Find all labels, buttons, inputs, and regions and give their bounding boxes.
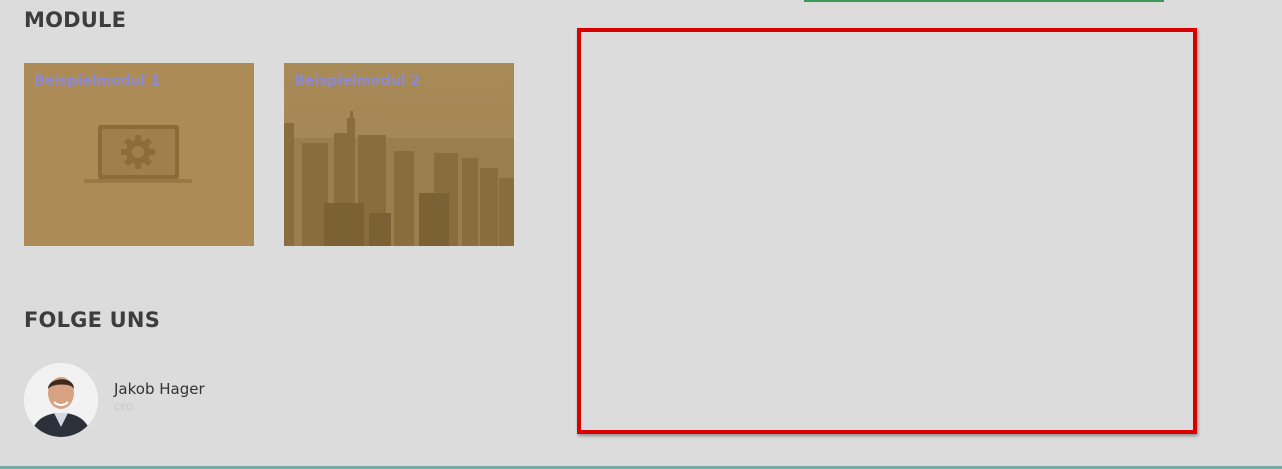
module-card-label[interactable]: Beispielmodul 2: [294, 73, 420, 89]
module-section-title: MODULE: [24, 8, 127, 32]
page: MODULE Beispielmodul 1 Beispielmodul 2 F…: [0, 0, 1282, 469]
member-role: CEO: [114, 403, 134, 413]
city-skyline-image: [284, 63, 514, 246]
team-member: Jakob Hager CEO: [24, 363, 264, 439]
highlight-region: [577, 28, 1197, 434]
top-accent-bar: [804, 0, 1164, 2]
module-card-label[interactable]: Beispielmodul 1: [34, 73, 160, 89]
member-name: Jakob Hager: [114, 380, 205, 398]
person-portrait-avatar: [24, 363, 98, 437]
module-card-1[interactable]: Beispielmodul 1: [24, 63, 254, 246]
module-card-2[interactable]: Beispielmodul 2: [284, 63, 514, 246]
laptop-gear-icon: [84, 125, 192, 183]
follow-section-title: FOLGE UNS: [24, 308, 161, 332]
